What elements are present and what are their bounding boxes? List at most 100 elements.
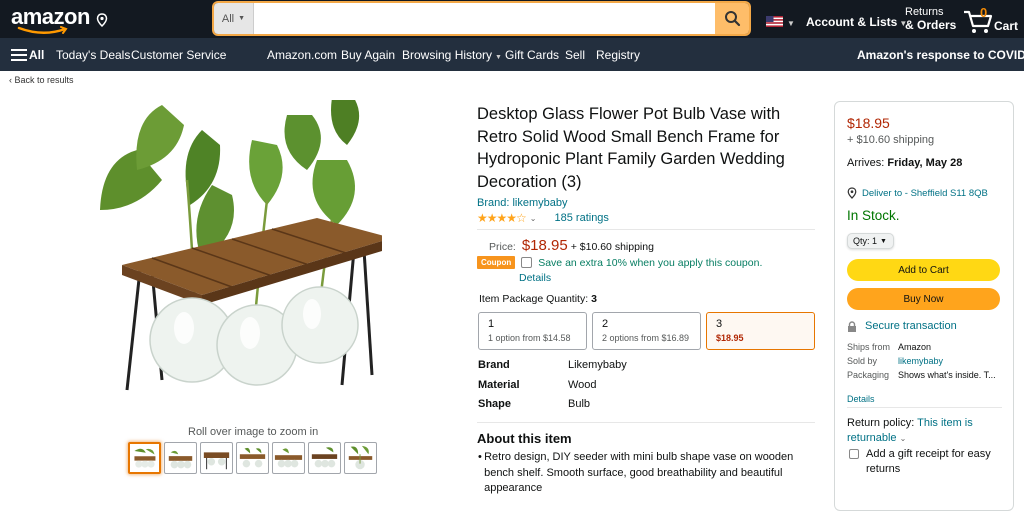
coupon-badge: Coupon — [477, 256, 516, 269]
us-flag-icon[interactable] — [766, 16, 783, 27]
cart-count: 0 — [980, 5, 988, 20]
divider — [847, 407, 1002, 408]
shipping-cost: + $10.60 shipping — [570, 241, 654, 253]
return-policy: Return policy: This item is returnable ⌄ — [847, 416, 997, 446]
chevron-down-icon[interactable]: ⌄ — [900, 434, 907, 443]
secure-transaction-link[interactable]: Secure transaction — [847, 320, 957, 332]
deliver-to-link[interactable]: Deliver to - Sheffield S11 8QB — [847, 187, 988, 199]
spec-value: Bulb — [568, 398, 591, 410]
star-rating-icon[interactable]: ★★★★☆ — [477, 211, 527, 225]
packaging-value: Shows what's inside. T... — [898, 370, 996, 380]
option-number: 2 — [602, 318, 609, 330]
hamburger-menu-icon[interactable] — [11, 49, 27, 61]
option-subtext: 1 option from $14.58 — [488, 333, 571, 343]
thumbnail-4[interactable] — [236, 442, 269, 474]
location-pin-icon — [847, 187, 857, 199]
nav-covid-response[interactable]: Amazon's response to COVID-19 — [857, 48, 1024, 62]
returns-line2: & Orders — [905, 18, 957, 32]
search-department-select[interactable]: All ▼ — [214, 3, 254, 34]
chevron-down-icon: ▼ — [880, 237, 887, 245]
buybox-shipping: + $10.60 shipping — [847, 134, 935, 146]
option-number: 1 — [488, 318, 495, 330]
about-heading: About this item — [477, 431, 572, 446]
spec-key: Material — [478, 378, 520, 391]
location-pin-icon[interactable] — [96, 13, 108, 27]
chevron-down-icon: ▼ — [787, 19, 795, 28]
logo-smile-icon — [17, 26, 68, 34]
top-nav: amazon All ▼ ▼ Account & Lists ▼ Returns… — [0, 0, 1024, 38]
product-main-image[interactable] — [92, 100, 382, 410]
thumbnail-2[interactable] — [164, 442, 197, 474]
nav-browsing-history[interactable]: Browsing History ▼ — [402, 48, 502, 62]
nav-gift-cards[interactable]: Gift Cards — [505, 48, 559, 62]
brand-link[interactable]: Brand: likemybaby — [477, 197, 568, 209]
nav-todays-deals[interactable]: Today's Deals — [56, 48, 130, 62]
sold-by-label: Sold by — [847, 356, 878, 366]
sold-by-link[interactable]: likemybaby — [898, 356, 943, 370]
search-department-label: All — [221, 12, 235, 25]
thumbnail-1[interactable] — [128, 442, 161, 474]
feature-bullet: • Retro design, DIY seeder with mini bul… — [478, 450, 798, 497]
search-input[interactable] — [254, 3, 715, 34]
price-row: Price: $18.95 + $10.60 shipping — [489, 237, 654, 254]
account-label: Account & Lists — [806, 15, 898, 29]
option-subtext: $18.95 — [716, 333, 744, 343]
quantity-option-2[interactable]: 2 2 options from $16.89 — [592, 312, 701, 350]
back-to-results-link[interactable]: ‹ Back to results — [9, 75, 74, 85]
nav-customer-service[interactable]: Customer Service — [131, 48, 226, 62]
quantity-option-1[interactable]: 1 1 option from $14.58 — [478, 312, 587, 350]
option-number: 3 — [716, 318, 723, 330]
nav-buy-again[interactable]: Buy Again — [341, 48, 395, 62]
thumbnail-7[interactable] — [344, 442, 377, 474]
chevron-down-icon[interactable]: ⌄ — [530, 214, 537, 223]
divider — [477, 422, 815, 423]
arrives-date: Friday, May 28 — [887, 157, 963, 169]
secure-transaction-text: Secure transaction — [865, 320, 957, 332]
coupon-details-link[interactable]: Details — [519, 272, 551, 284]
nav-browsing-history-label: Browsing History — [402, 48, 493, 62]
thumbnail-strip — [128, 442, 377, 474]
search-button[interactable] — [715, 3, 749, 34]
thumbnail-3[interactable] — [200, 442, 233, 474]
specs-table: Brand Likemybaby Material Wood Shape Bulb — [478, 359, 627, 418]
cart-label: Cart — [994, 19, 1019, 33]
rating-row: ★★★★☆ ⌄ 185 ratings — [477, 211, 609, 225]
nav-all[interactable]: All — [29, 48, 44, 62]
item-package-quantity: Item Package Quantity: 3 — [479, 293, 597, 305]
buy-now-button[interactable]: Buy Now — [847, 288, 1000, 310]
nav-amazon-com[interactable]: Amazon.com — [267, 48, 337, 62]
coupon-text: Save an extra 10% when you apply this co… — [538, 256, 763, 269]
deliver-to-text: Deliver to - Sheffield S11 8QB — [862, 187, 988, 199]
price-value: $18.95 — [521, 237, 568, 254]
buybox-price: $18.95 — [847, 115, 890, 131]
gift-receipt-option: Add a gift receipt for easy returns — [847, 447, 997, 477]
quantity-select[interactable]: Qty: 1 ▼ — [847, 233, 894, 249]
cart-link[interactable]: 0 Cart — [962, 5, 1022, 35]
chevron-down-icon: ▼ — [495, 54, 502, 61]
feature-bullet-text: Retro design, DIY seeder with mini bulb … — [484, 451, 794, 494]
quantity-value: Qty: 1 — [853, 236, 878, 246]
packaging-label: Packaging — [847, 370, 890, 380]
returns-orders-link[interactable]: Returns & Orders — [905, 6, 956, 32]
buybox-details-link[interactable]: Details — [847, 394, 875, 404]
stock-status: In Stock. — [847, 208, 900, 223]
ratings-count-link[interactable]: 185 ratings — [555, 212, 609, 224]
coupon-row: Coupon Save an extra 10% when you apply … — [477, 256, 762, 269]
lock-icon — [848, 320, 856, 332]
thumbnail-6[interactable] — [308, 442, 341, 474]
spec-value: Wood — [568, 378, 597, 391]
nav-sell[interactable]: Sell — [565, 48, 585, 62]
add-to-cart-button[interactable]: Add to Cart — [847, 259, 1000, 281]
spec-key: Shape — [478, 398, 512, 410]
sub-nav: All Today's Deals Customer Service Amazo… — [0, 38, 1024, 71]
account-lists-menu[interactable]: Account & Lists ▼ — [806, 15, 907, 29]
spec-key: Brand — [478, 359, 510, 371]
divider — [477, 229, 815, 230]
nav-registry[interactable]: Registry — [596, 48, 640, 62]
ships-from-value: Amazon — [898, 342, 932, 352]
gift-receipt-checkbox[interactable] — [849, 449, 859, 459]
amazon-logo[interactable]: amazon — [11, 4, 90, 34]
thumbnail-5[interactable] — [272, 442, 305, 474]
quantity-option-3[interactable]: 3 $18.95 — [706, 312, 815, 350]
coupon-checkbox[interactable] — [521, 257, 533, 268]
